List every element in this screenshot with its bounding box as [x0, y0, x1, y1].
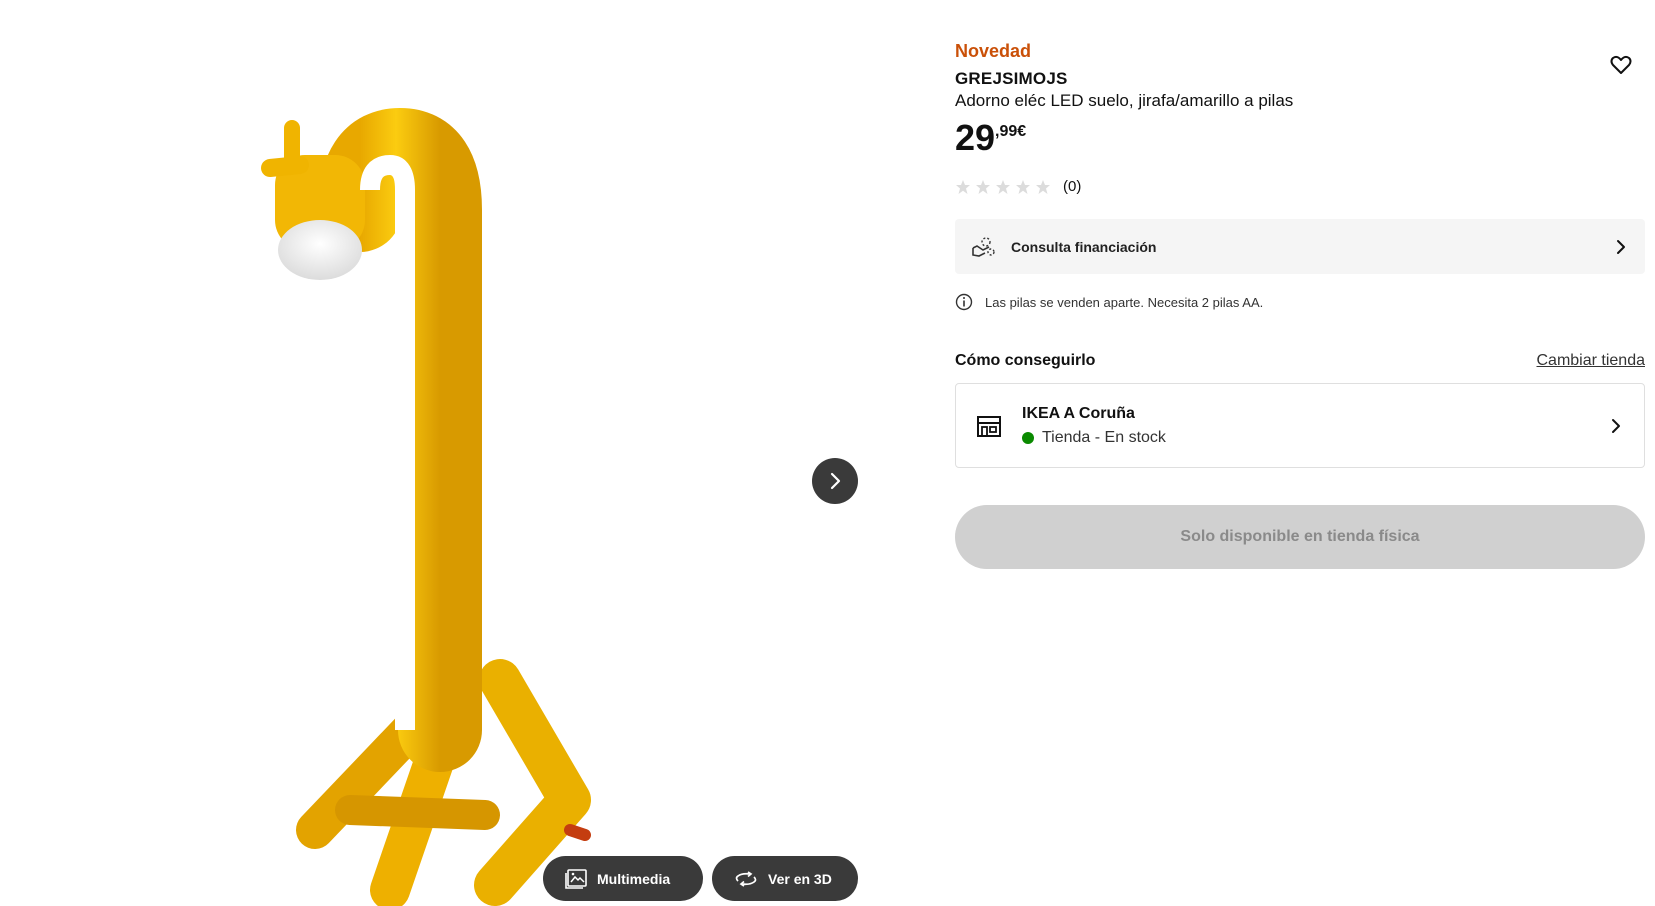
battery-notice-text: Las pilas se venden aparte. Necesita 2 p… — [985, 294, 1264, 310]
info-icon — [955, 293, 973, 311]
product-gallery: Multimedia Ver en 3D — [0, 0, 860, 906]
chevron-right-icon — [1617, 239, 1625, 254]
financing-button[interactable]: Consulta financiación — [955, 219, 1645, 274]
store-only-button: Solo disponible en tienda física — [955, 505, 1645, 569]
price-integer: 29 — [955, 117, 996, 158]
price: 29 ,99€ — [955, 118, 1026, 158]
rotate-icon — [735, 870, 757, 887]
product-name: GREJSIMOJS — [955, 69, 1068, 88]
how-to-get-title: Cómo conseguirlo — [955, 352, 1096, 369]
view-3d-label: Ver en 3D — [768, 870, 832, 887]
financing-icon — [972, 236, 995, 257]
new-badge: Novedad — [955, 41, 1032, 61]
stock-status-text: Tienda - En stock — [1042, 428, 1166, 446]
multimedia-button[interactable]: Multimedia — [543, 856, 703, 901]
gallery-icon — [565, 868, 587, 889]
store-icon — [977, 415, 1001, 437]
multimedia-label: Multimedia — [597, 870, 671, 887]
star-icon — [996, 179, 1010, 194]
view-3d-button[interactable]: Ver en 3D — [712, 856, 858, 901]
chevron-right-icon — [1612, 418, 1620, 433]
star-icon — [956, 179, 970, 194]
in-stock-indicator — [1022, 431, 1034, 444]
product-description: Adorno eléc LED suelo, jirafa/amarillo a… — [955, 91, 1294, 110]
change-store-link[interactable]: Cambiar tienda — [1537, 352, 1646, 370]
store-details: IKEA A Coruña Tienda - En stock — [1022, 405, 1608, 447]
financing-label: Consulta financiación — [1011, 238, 1157, 255]
rating-count: (0) — [1063, 178, 1082, 195]
product-image — [261, 107, 591, 906]
rating[interactable]: (0) — [955, 178, 1081, 195]
price-decimal: ,99€ — [995, 123, 1027, 140]
chevron-right-icon — [830, 472, 841, 490]
stock-status: Tienda - En stock — [1022, 429, 1608, 447]
next-image-button[interactable] — [812, 458, 858, 504]
store-name: IKEA A Coruña — [1022, 404, 1135, 422]
star-icon — [1016, 179, 1030, 194]
battery-notice: Las pilas se venden aparte. Necesita 2 p… — [955, 293, 1263, 311]
heart-icon[interactable] — [1609, 53, 1633, 77]
star-icon — [976, 179, 990, 194]
store-availability-card[interactable]: IKEA A Coruña Tienda - En stock — [955, 383, 1645, 468]
star-icon — [1036, 179, 1050, 194]
